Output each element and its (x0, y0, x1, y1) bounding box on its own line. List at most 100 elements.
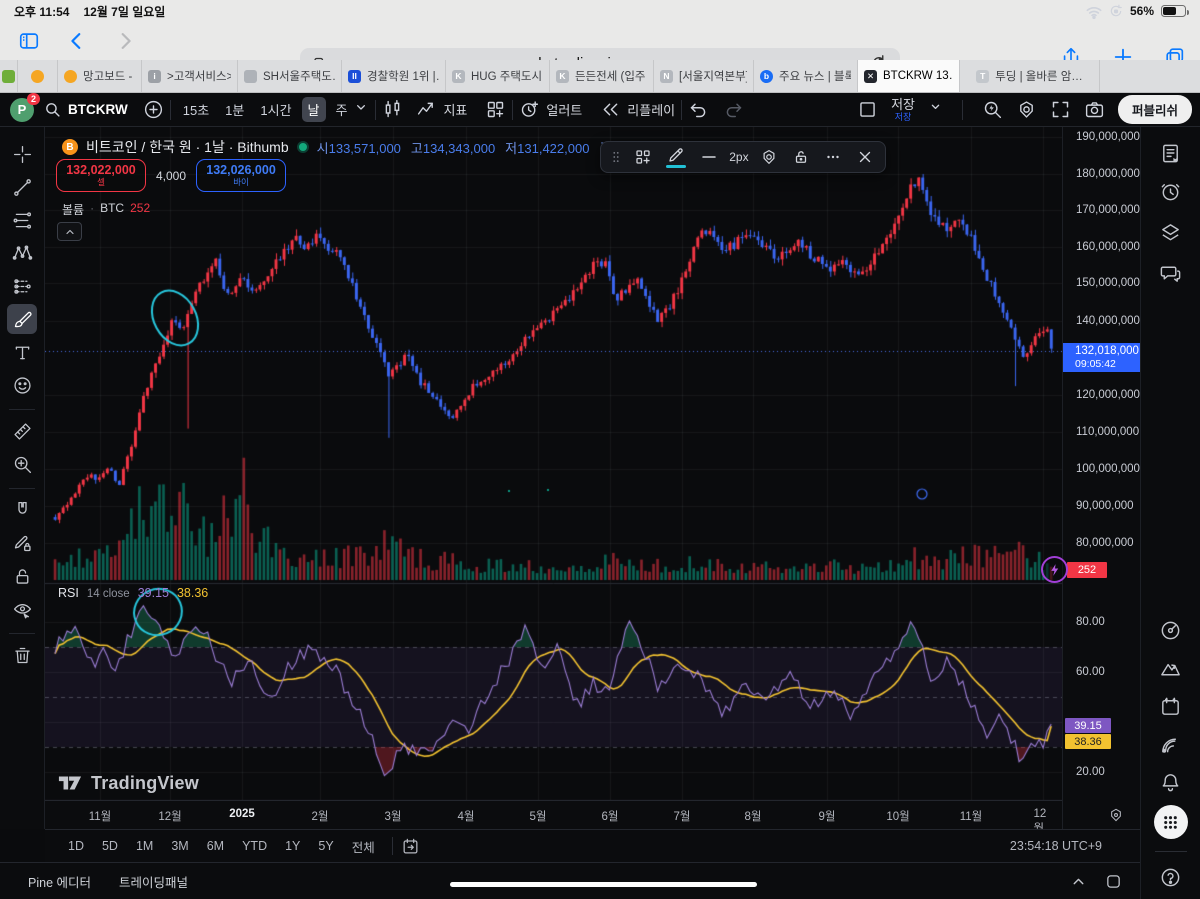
rsi-legend[interactable]: RSI 14 close 39.15 38.36 (58, 586, 208, 600)
crosshair-icon[interactable] (7, 139, 37, 169)
chart-canvas[interactable] (45, 127, 1062, 829)
time-axis-settings-icon[interactable] (1108, 807, 1124, 823)
clock-timezone[interactable]: 23:54:18 UTC+9 (1010, 839, 1102, 853)
range-button-1D[interactable]: 1D (59, 835, 93, 857)
ideas-icon[interactable] (1154, 651, 1188, 685)
snapshot-camera-icon[interactable] (1084, 99, 1105, 120)
layout-grid-icon[interactable] (485, 99, 506, 120)
line-width-label[interactable]: 2px (729, 150, 748, 164)
calendar-icon[interactable] (1154, 689, 1188, 723)
settings-gear-icon[interactable] (1016, 99, 1037, 120)
panel-expand-up-icon[interactable] (1070, 873, 1087, 890)
search-icon[interactable] (44, 101, 61, 118)
flash-trade-badge[interactable] (1041, 556, 1068, 583)
more-options-icon[interactable] (821, 144, 845, 170)
compare-add-icon[interactable] (143, 99, 164, 120)
back-button[interactable] (66, 30, 88, 52)
range-button-YTD[interactable]: YTD (233, 835, 276, 857)
range-button-1Y[interactable]: 1Y (276, 835, 309, 857)
bell-icon[interactable] (1154, 765, 1188, 799)
user-avatar[interactable]: P2 (10, 98, 34, 122)
replay-icon[interactable] (600, 99, 621, 120)
watchlist-icon[interactable] (1154, 136, 1188, 170)
layout-select-icon[interactable] (857, 99, 878, 120)
trash-icon[interactable] (7, 640, 37, 670)
tab[interactable]: SH서울주택도… (238, 60, 342, 92)
quick-search-icon[interactable] (982, 99, 1003, 120)
indicators-label[interactable]: 지표 (443, 100, 467, 119)
drag-handle[interactable] (609, 144, 623, 170)
range-button-5Y[interactable]: 5Y (309, 835, 342, 857)
interval-button-15초[interactable]: 15초 (177, 97, 215, 122)
interval-button-주[interactable]: 주 (330, 97, 354, 122)
home-indicator[interactable] (450, 882, 757, 887)
text-icon[interactable] (7, 337, 37, 367)
range-button-3M[interactable]: 3M (162, 835, 197, 857)
line-color-tool[interactable] (663, 146, 689, 169)
lock-icon[interactable] (7, 561, 37, 591)
pencil-lock-icon[interactable] (7, 528, 37, 558)
bottom-tab[interactable]: Pine 에디터 (28, 872, 91, 891)
interval-button-1분[interactable]: 1분 (219, 97, 250, 122)
sell-button[interactable]: 132,022,000셀 (56, 159, 146, 192)
redo-icon[interactable] (723, 99, 744, 120)
object-tree-icon[interactable] (1154, 215, 1188, 249)
undo-icon[interactable] (688, 99, 709, 120)
tab[interactable]: N[서울지역본부]… (654, 60, 754, 92)
alert-label[interactable]: 얼러트 (546, 100, 582, 119)
symbol-title[interactable]: 비트코인 / 한국 원 · 1날 · Bithumb (86, 137, 289, 157)
price-axis[interactable]: 190,000,000180,000,000170,000,000160,000… (1062, 127, 1140, 829)
tab[interactable]: i>고객서비스>… (142, 60, 238, 92)
alert-clock-icon[interactable] (519, 99, 540, 120)
tab[interactable] (18, 60, 58, 92)
indicators-icon[interactable] (416, 99, 437, 120)
volume-legend[interactable]: 볼륨·BTC252 (62, 201, 150, 218)
interval-button-날[interactable]: 날 (302, 97, 326, 122)
bottom-tab[interactable]: 트레이딩패널 (119, 872, 188, 891)
line-style-icon[interactable] (697, 144, 721, 170)
tab-active[interactable]: ✕BTCKRW 13… (858, 60, 960, 92)
publish-button[interactable]: 퍼블리쉬 (1118, 95, 1192, 124)
chat-icon[interactable] (1154, 256, 1188, 290)
market-status-dot[interactable] (297, 141, 309, 153)
apps-grid-icon[interactable] (1154, 805, 1188, 839)
go-to-date-icon[interactable] (401, 837, 420, 856)
collapse-legend-button[interactable] (57, 222, 82, 241)
range-button-전체[interactable]: 전체 (343, 833, 384, 860)
tab[interactable]: K든든전세 (입주… (550, 60, 654, 92)
save-button[interactable]: 저장저장 (891, 98, 915, 122)
replay-label[interactable]: 리플레이 (627, 100, 675, 119)
time-axis[interactable]: 11월12월20252월3월4월5월6월7월8월9월10월11월12월 (45, 800, 1062, 829)
save-dropdown-icon[interactable] (928, 99, 943, 120)
brush-icon[interactable] (7, 304, 37, 334)
range-button-5D[interactable]: 5D (93, 835, 127, 857)
range-button-1M[interactable]: 1M (127, 835, 162, 857)
range-button-6M[interactable]: 6M (198, 835, 233, 857)
buy-button[interactable]: 132,026,000바이 (196, 159, 286, 192)
tab[interactable] (0, 60, 18, 92)
symbol-name[interactable]: BTCKRW (68, 102, 128, 117)
chart-style-icon[interactable] (382, 99, 403, 120)
trendline-icon[interactable] (7, 172, 37, 202)
forecast-icon[interactable] (7, 271, 37, 301)
magnet-icon[interactable] (7, 495, 37, 525)
tab[interactable]: T투딩 | 올바른 암… (960, 60, 1100, 92)
tab[interactable]: II경찰학원 1위 |… (342, 60, 446, 92)
forward-button[interactable] (114, 30, 136, 52)
tab[interactable]: b주요 뉴스 | 블록… (754, 60, 858, 92)
tab[interactable]: KHUG 주택도시… (446, 60, 550, 92)
interval-button-1시간[interactable]: 1시간 (254, 97, 297, 122)
interval-dropdown-icon[interactable] (353, 99, 369, 120)
alert-clock-icon[interactable] (1154, 174, 1188, 208)
unlock-icon[interactable] (789, 144, 813, 170)
gauge-icon[interactable] (1154, 613, 1188, 647)
ruler-icon[interactable] (7, 416, 37, 446)
panel-maximize-icon[interactable] (1105, 873, 1122, 890)
zoom-in-icon[interactable] (7, 449, 37, 479)
eye-icon[interactable] (7, 594, 37, 624)
close-icon[interactable] (853, 144, 877, 170)
template-grid-icon[interactable] (631, 144, 655, 170)
sidebar-toggle-icon[interactable] (18, 30, 40, 52)
emoji-icon[interactable] (7, 370, 37, 400)
tab[interactable]: 망고보드 - 제… (58, 60, 142, 92)
